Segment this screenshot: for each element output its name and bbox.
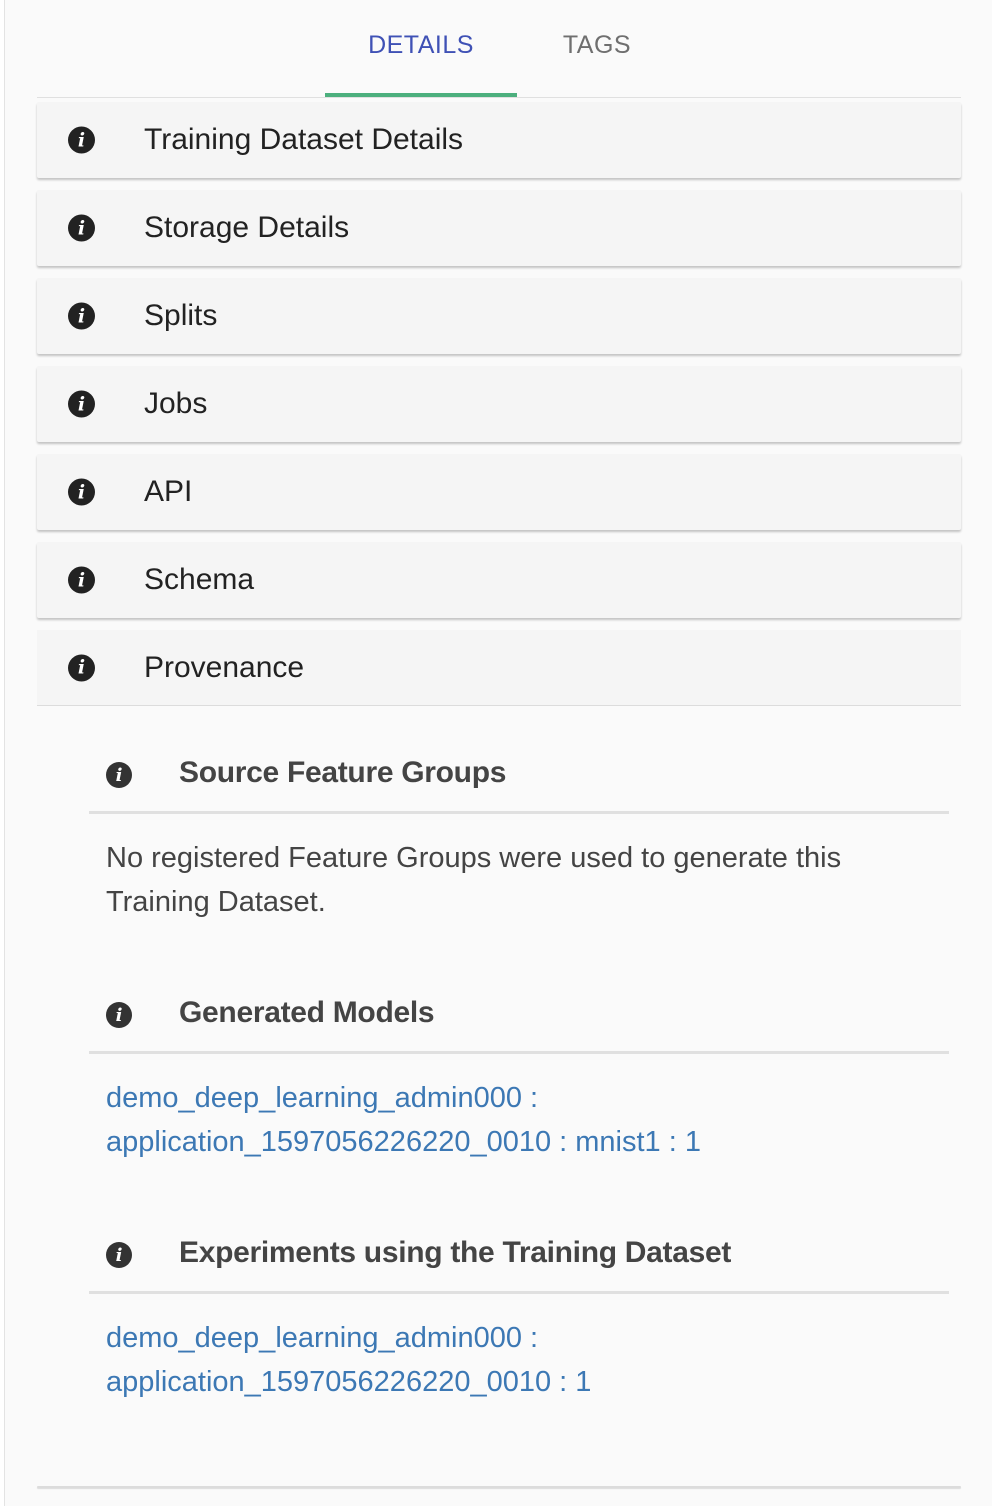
accordion-splits[interactable]: i Splits	[37, 278, 961, 354]
section-header: i Experiments using the Training Dataset	[89, 1224, 949, 1294]
info-icon: i	[68, 566, 95, 594]
info-icon: i	[106, 762, 132, 788]
section-header: i Generated Models	[89, 984, 949, 1054]
info-icon: i	[68, 302, 95, 330]
experiment-link[interactable]: demo_deep_learning_admin000 : applicatio…	[106, 1316, 932, 1404]
active-tab-indicator	[325, 93, 517, 97]
experiment-link-line1: demo_deep_learning_admin000 :	[106, 1322, 539, 1354]
tab-bar: DETAILS TAGS	[37, 0, 961, 98]
accordion-schema[interactable]: i Schema	[37, 542, 961, 618]
accordion-label: Provenance	[144, 650, 305, 684]
accordion-training-dataset-details[interactable]: i Training Dataset Details	[37, 102, 961, 178]
accordion-jobs[interactable]: i Jobs	[37, 366, 961, 442]
info-icon: i	[68, 478, 95, 506]
accordion-label: Schema	[144, 563, 255, 596]
tab-tags[interactable]: TAGS	[529, 0, 665, 98]
section-body: demo_deep_learning_admin000 : applicatio…	[89, 1054, 949, 1164]
accordion-label: Jobs	[144, 387, 208, 420]
generated-models-section: i Generated Models demo_deep_learning_ad…	[89, 984, 949, 1164]
section-body: demo_deep_learning_admin000 : applicatio…	[89, 1294, 949, 1404]
info-icon: i	[68, 390, 95, 418]
accordion-label: Splits	[144, 299, 218, 332]
accordion-label: Storage Details	[144, 211, 350, 244]
section-title: Source Feature Groups	[179, 756, 507, 789]
tab-details[interactable]: DETAILS	[325, 0, 517, 98]
model-link-line1: demo_deep_learning_admin000 :	[106, 1082, 539, 1114]
info-icon: i	[68, 126, 95, 154]
section-header: i Source Feature Groups	[89, 744, 949, 814]
accordion-label: API	[144, 475, 193, 508]
experiments-section: i Experiments using the Training Dataset…	[89, 1224, 949, 1404]
section-body: No registered Feature Groups were used t…	[89, 814, 949, 924]
info-icon: i	[68, 214, 95, 242]
accordion-api[interactable]: i API	[37, 454, 961, 530]
accordion-provenance[interactable]: i Provenance	[37, 630, 961, 706]
details-panel: DETAILS TAGS i Training Dataset Details …	[4, 0, 992, 1506]
accordion-label: Training Dataset Details	[144, 123, 464, 156]
model-link-line2: application_1597056226220_0010 : mnist1 …	[106, 1126, 701, 1158]
model-link[interactable]: demo_deep_learning_admin000 : applicatio…	[106, 1076, 932, 1164]
empty-message: No registered Feature Groups were used t…	[106, 842, 842, 918]
info-icon: i	[106, 1242, 132, 1268]
experiment-link-line2: application_1597056226220_0010 : 1	[106, 1366, 592, 1398]
source-feature-groups-section: i Source Feature Groups No registered Fe…	[89, 744, 949, 924]
section-title: Generated Models	[179, 996, 435, 1029]
section-title: Experiments using the Training Dataset	[179, 1236, 732, 1269]
info-icon: i	[106, 1002, 132, 1028]
info-icon: i	[68, 654, 95, 681]
panel-bottom-divider	[37, 1486, 961, 1488]
accordion-storage-details[interactable]: i Storage Details	[37, 190, 961, 266]
